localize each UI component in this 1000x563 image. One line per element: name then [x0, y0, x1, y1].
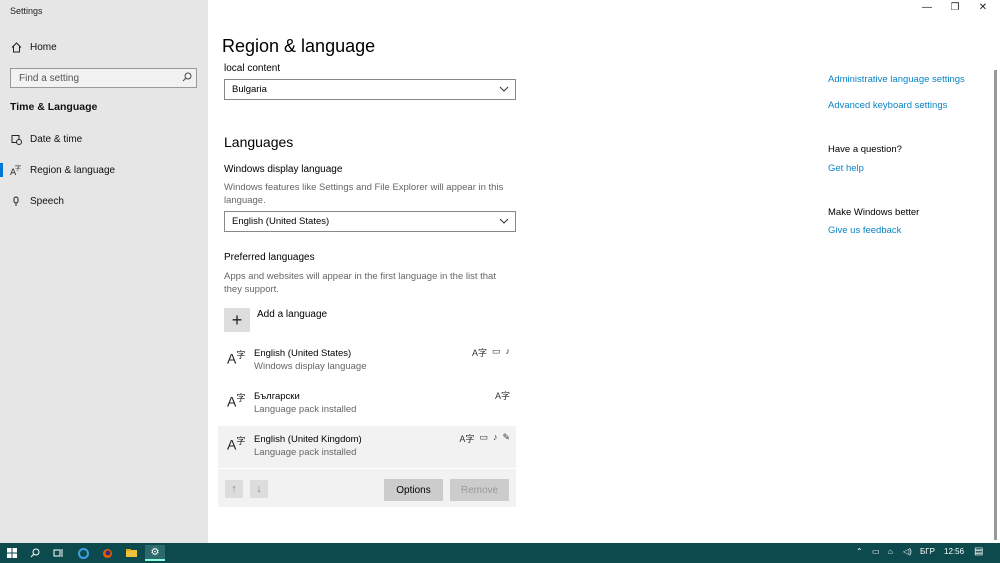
main-content: Region & language local content Bulgaria…	[208, 0, 1000, 543]
language-features: A字 ▭ ♪ ✎	[459, 432, 510, 445]
options-button[interactable]: Options	[384, 479, 443, 501]
language-name: English (United States)	[254, 348, 352, 359]
settings-app-icon[interactable]: ⚙	[145, 545, 165, 561]
region-select[interactable]: Bulgaria	[224, 79, 516, 100]
language-status: Language pack installed	[254, 447, 357, 458]
sidebar-item-label: Date & time	[30, 133, 83, 145]
maximize-button[interactable]: ❐	[940, 2, 970, 13]
settings-window: Settings Home Find a setting Time & Lang…	[0, 0, 1000, 543]
language-status: Language pack installed	[254, 404, 357, 415]
move-down-button[interactable]: ↓	[250, 480, 268, 498]
description-line: Windows features like Settings and File …	[224, 182, 504, 193]
volume-icon[interactable]: ◁)	[903, 547, 912, 556]
search-placeholder: Find a setting	[19, 72, 80, 84]
language-features: A字 ▭ ♪	[472, 346, 510, 359]
language-name: English (United Kingdom)	[254, 434, 362, 445]
minimize-button[interactable]: —	[912, 2, 942, 13]
sidebar-item-date-time[interactable]: Date & time	[0, 127, 208, 151]
page-title: Region & language	[222, 36, 376, 56]
chevron-down-icon	[499, 84, 509, 97]
plus-icon: +	[231, 309, 243, 330]
language-item-en-us[interactable]: A字 English (United States) Windows displ…	[218, 340, 516, 382]
get-help-link[interactable]: Get help	[828, 163, 864, 174]
display-language-label: Windows display language	[224, 164, 343, 175]
search-icon[interactable]	[25, 545, 45, 561]
add-language-label[interactable]: Add a language	[257, 309, 327, 320]
display-language-description: Windows features like Settings and File …	[224, 181, 503, 207]
speech-feature-icon: ♪	[505, 346, 511, 356]
language-features: A字	[495, 389, 510, 402]
firefox-icon[interactable]	[97, 545, 117, 561]
question-heading: Have a question?	[828, 144, 902, 155]
move-up-button[interactable]: ↑	[225, 480, 243, 498]
calendar-clock-icon	[10, 133, 22, 145]
task-view-icon[interactable]	[48, 545, 68, 561]
handwriting-feature-icon: ✎	[502, 432, 510, 442]
sidebar-item-region-language[interactable]: A字 Region & language	[0, 158, 208, 182]
sidebar-item-label: Home	[30, 41, 57, 53]
microphone-icon	[10, 195, 22, 207]
advanced-keyboard-settings-link[interactable]: Advanced keyboard settings	[828, 100, 947, 111]
description-line: language.	[224, 195, 266, 206]
sidebar: Settings Home Find a setting Time & Lang…	[0, 0, 208, 543]
taskbar: ⚙ ⌃ ▭ ⌂ ◁) БГР 12:56 ▤	[0, 543, 1000, 563]
language-feature-icon: A字	[471, 348, 487, 358]
language-feature-icon: A字	[494, 391, 510, 401]
admin-language-settings-link[interactable]: Administrative language settings	[828, 74, 965, 85]
language-icon: A字	[227, 350, 246, 367]
languages-heading: Languages	[224, 134, 294, 150]
feedback-heading: Make Windows better	[828, 207, 920, 218]
language-icon: A字	[227, 393, 246, 410]
search-icon[interactable]	[182, 72, 192, 85]
arrow-down-icon: ↓	[256, 483, 262, 495]
language-status: Windows display language	[254, 361, 367, 372]
clock[interactable]: 12:56	[944, 547, 964, 556]
language-feature-icon: A字	[459, 434, 475, 444]
language-name: Български	[254, 391, 300, 402]
network-icon[interactable]: ⌂	[888, 547, 893, 556]
display-language-selected-value: English (United States)	[232, 216, 330, 227]
home-icon	[10, 41, 22, 53]
display-feature-icon: ▭	[479, 432, 488, 442]
sidebar-item-label: Speech	[30, 195, 64, 207]
action-center-icon[interactable]: ▤	[974, 546, 983, 557]
speech-feature-icon: ♪	[492, 432, 498, 442]
sidebar-item-speech[interactable]: Speech	[0, 189, 208, 213]
edge-icon[interactable]	[73, 545, 93, 561]
language-controls: ↑ ↓ Options Remove	[218, 469, 516, 507]
chevron-down-icon	[499, 216, 509, 229]
input-language-indicator[interactable]: БГР	[920, 547, 935, 556]
display-feature-icon: ▭	[491, 346, 501, 356]
scrollbar[interactable]	[994, 70, 997, 540]
gear-icon: ⚙	[150, 546, 160, 558]
svg-text:字: 字	[15, 164, 21, 172]
region-selected-value: Bulgaria	[232, 84, 267, 95]
description-line: Apps and websites will appear in the fir…	[224, 271, 496, 282]
battery-icon[interactable]: ▭	[872, 547, 880, 556]
start-icon[interactable]	[2, 545, 22, 561]
preferred-languages-description: Apps and websites will appear in the fir…	[224, 270, 496, 296]
window-title: Settings	[10, 6, 43, 16]
file-explorer-icon[interactable]	[121, 545, 141, 561]
language-item-bg[interactable]: A字 Български Language pack installed A字	[218, 383, 516, 425]
remove-button[interactable]: Remove	[450, 479, 509, 501]
arrow-up-icon: ↑	[231, 483, 237, 495]
search-input[interactable]: Find a setting	[10, 68, 197, 88]
sidebar-section-heading: Time & Language	[10, 101, 98, 113]
sidebar-item-home[interactable]: Home	[0, 35, 208, 59]
language-icon: A字	[10, 164, 22, 176]
language-item-en-gb[interactable]: A字 English (United Kingdom) Language pac…	[218, 426, 516, 468]
sidebar-item-label: Region & language	[30, 164, 116, 176]
give-feedback-link[interactable]: Give us feedback	[828, 225, 901, 236]
add-language-button[interactable]: +	[224, 308, 250, 332]
region-label: local content	[224, 63, 281, 74]
language-icon: A字	[227, 436, 246, 453]
close-button[interactable]: ✕	[968, 2, 998, 13]
display-language-select[interactable]: English (United States)	[224, 211, 516, 232]
preferred-languages-label: Preferred languages	[224, 252, 315, 263]
description-line: they support.	[224, 284, 279, 295]
chevron-up-icon[interactable]: ⌃	[856, 547, 863, 556]
